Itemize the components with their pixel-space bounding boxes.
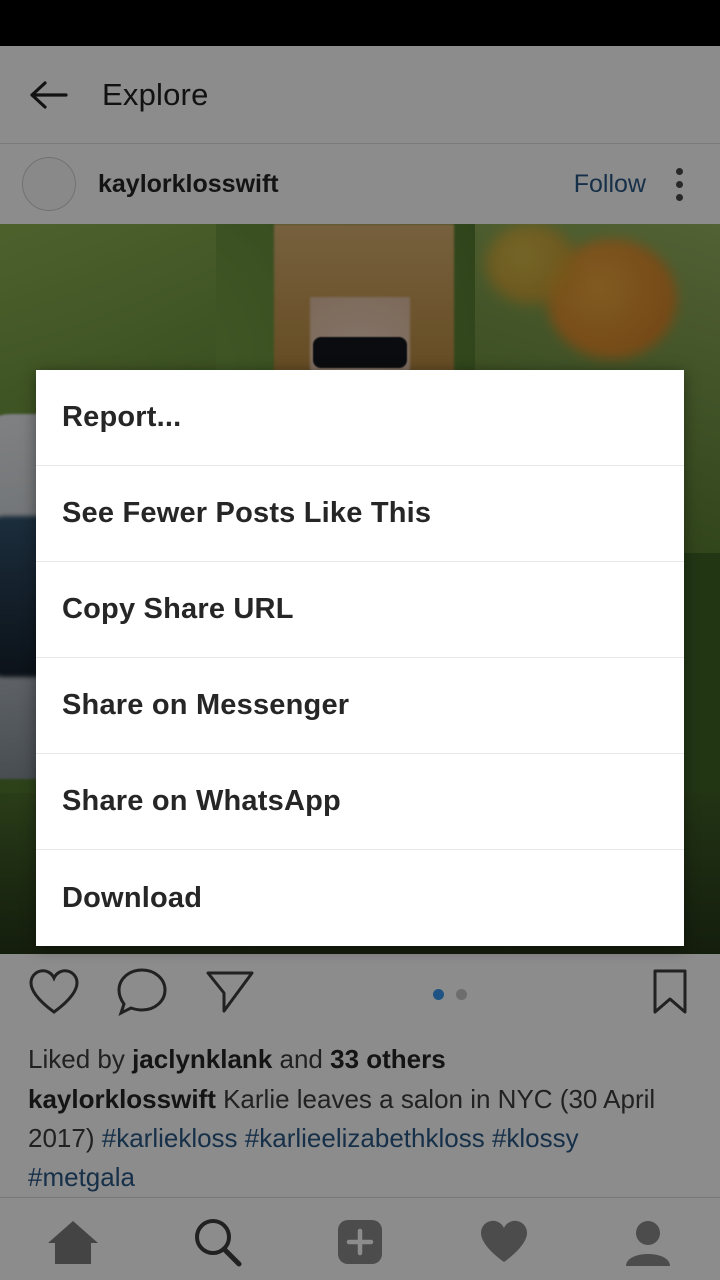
post-options-menu: Report... See Fewer Posts Like This Copy…	[36, 370, 684, 946]
menu-item-see-fewer-posts[interactable]: See Fewer Posts Like This	[36, 466, 684, 562]
menu-item-share-on-messenger[interactable]: Share on Messenger	[36, 658, 684, 754]
menu-item-share-on-whatsapp[interactable]: Share on WhatsApp	[36, 754, 684, 850]
menu-item-report[interactable]: Report...	[36, 370, 684, 466]
menu-item-copy-share-url[interactable]: Copy Share URL	[36, 562, 684, 658]
menu-item-download[interactable]: Download	[36, 850, 684, 946]
instagram-explore-post-screen: Explore kaylorklosswift Follow	[0, 0, 720, 1280]
